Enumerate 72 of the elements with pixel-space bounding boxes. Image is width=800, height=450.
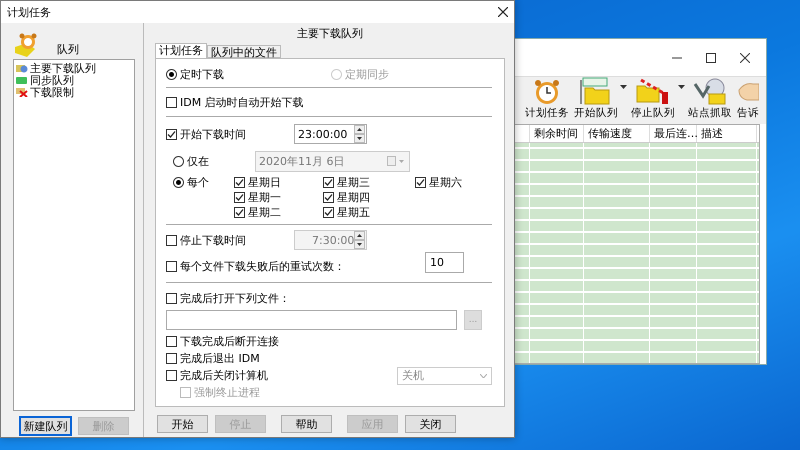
- checkbox-label: 强制终止进程: [194, 384, 260, 400]
- tab[interactable]: 队列中的文件: [207, 45, 281, 58]
- column-header[interactable]: 描述: [697, 125, 757, 142]
- checkbox[interactable]: [166, 261, 177, 272]
- toolbar-button[interactable]: 站点抓取: [688, 106, 732, 120]
- checkbox-label: IDM 启动时自动开始下载: [180, 94, 304, 110]
- checkbox[interactable]: [166, 336, 177, 347]
- checkbox-label: 完成后退出 IDM: [180, 351, 260, 366]
- radio-button[interactable]: [166, 68, 177, 80]
- start-time-field[interactable]: 23:00:00: [294, 124, 367, 144]
- checkbox-label: 星期二: [248, 205, 281, 220]
- checkbox-label: 完成后关闭计算机: [180, 368, 268, 383]
- toolbar-button[interactable]: 开始队列: [574, 106, 618, 120]
- alarm-clock-icon: [532, 78, 562, 106]
- checkbox[interactable]: [166, 128, 177, 140]
- radio-label: 每个: [187, 175, 209, 190]
- checkbox[interactable]: [323, 192, 334, 203]
- checkbox[interactable]: [234, 177, 245, 188]
- checkbox-label: 星期四: [337, 190, 370, 205]
- checkbox-label: 星期三: [337, 175, 370, 190]
- checkbox-label: 完成后打开下列文件：: [180, 290, 290, 306]
- toolbar-button[interactable]: 告诉: [737, 106, 759, 120]
- checkbox-label: 开始下载时间: [180, 126, 246, 142]
- retry-count-field[interactable]: 10: [425, 252, 464, 273]
- window-title: 计划任务: [7, 4, 51, 20]
- checkbox[interactable]: [323, 177, 334, 188]
- column-header[interactable]: 剩余时间: [530, 125, 584, 142]
- radio-label: 仅在: [187, 154, 209, 168]
- dialog-button[interactable]: 开始: [157, 415, 208, 433]
- alarm-clock-icon: [13, 33, 39, 57]
- checkbox[interactable]: [166, 370, 177, 381]
- queue-item[interactable]: 下载限制: [30, 84, 74, 100]
- chevron-down-icon: [480, 374, 487, 378]
- queue-list-label: 队列: [57, 42, 79, 57]
- checkbox[interactable]: [166, 353, 177, 364]
- checkbox[interactable]: [166, 96, 177, 108]
- checkbox-label: 下载完成后断开连接: [180, 334, 279, 349]
- dialog-button[interactable]: 关闭: [405, 415, 456, 433]
- checkbox[interactable]: [415, 177, 426, 188]
- column-header[interactable]: 最后连…: [650, 125, 697, 142]
- checkbox-label: 停止下载时间: [180, 232, 246, 248]
- shutdown-dropdown[interactable]: 关机: [397, 366, 492, 384]
- spinner-icon[interactable]: [354, 125, 365, 143]
- checkbox[interactable]: [234, 192, 245, 203]
- queue-item[interactable]: 主要下载队列: [30, 60, 96, 76]
- queue-item[interactable]: 同步队列: [30, 72, 74, 88]
- column-header[interactable]: 传输速度: [584, 125, 650, 142]
- checkbox-label: 星期五: [337, 205, 370, 220]
- close-icon[interactable]: [498, 7, 508, 17]
- tab[interactable]: 计划任务: [155, 43, 207, 58]
- dropdown-icon[interactable]: [620, 85, 627, 89]
- toolbar-button[interactable]: 停止队列: [631, 106, 675, 120]
- checkbox-label: 星期一: [248, 190, 281, 205]
- radio-label: 定期同步: [345, 66, 389, 82]
- checkbox[interactable]: [323, 207, 334, 218]
- checkbox-label: 星期日: [248, 175, 281, 190]
- queue-button[interactable]: 新建队列: [20, 417, 71, 435]
- dropdown-icon[interactable]: [678, 85, 685, 89]
- folder-icon: [16, 75, 28, 85]
- checkbox[interactable]: [234, 207, 245, 218]
- folder-barrier-icon: [635, 76, 671, 106]
- clock-folder-icon: [16, 63, 28, 73]
- folder-cross-icon: [16, 87, 28, 97]
- radio-button[interactable]: [173, 177, 184, 188]
- checkbox-label: 星期六: [429, 175, 462, 190]
- file-path-field[interactable]: [166, 310, 457, 330]
- checkbox[interactable]: [166, 292, 177, 304]
- checkbox-label: 每个文件下载失败后的重试次数：: [180, 259, 345, 274]
- radio-label: 定时下载: [180, 66, 224, 82]
- queue-title: 主要下载队列: [296, 26, 364, 42]
- dialog-button[interactable]: 帮助: [281, 415, 332, 433]
- toolbar-button[interactable]: 计划任务: [525, 106, 569, 120]
